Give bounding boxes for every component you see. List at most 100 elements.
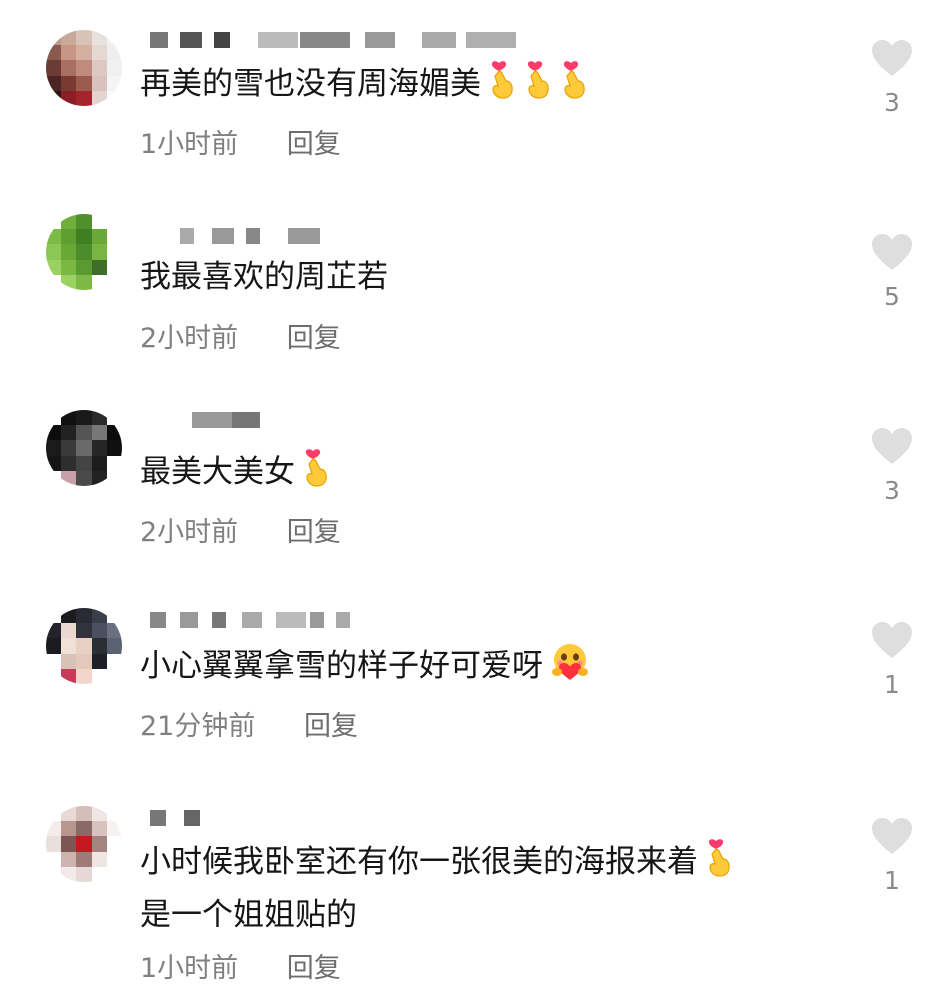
avatar-pixel [106,851,122,867]
comment-text: 小时候我卧室还有你一张很美的海报来着 是一个姐姐贴的 [140,838,820,939]
avatar-pixel [106,455,122,471]
comment-meta: 1小时前 回复 [140,946,341,985]
reply-button[interactable]: 回复 [287,510,341,549]
avatar-pixel [61,821,77,837]
avatar-pixel [106,60,122,76]
like-button[interactable]: 3 [867,38,917,117]
avatar-pixel [61,259,77,275]
avatar-pixel [76,244,92,260]
finger-heart-emoji-icon [523,60,553,114]
avatar-pixel [76,214,92,230]
avatar-pixel [91,668,107,684]
like-count: 3 [884,476,900,505]
like-count: 3 [884,88,900,117]
avatar[interactable] [46,608,122,684]
avatar-pixel [91,60,107,76]
avatar-pixel [91,440,107,456]
avatar-pixel [61,244,77,260]
avatar-pixel [76,821,92,837]
avatar-pixel [106,214,122,230]
avatar-pixel [106,410,122,426]
avatar-pixel [76,45,92,61]
avatar-pixel [91,425,107,441]
avatar-pixel [61,30,77,46]
like-button[interactable]: 3 [867,426,917,505]
reply-button[interactable]: 回复 [304,704,358,743]
avatar-pixel [76,30,92,46]
avatar-pixel [61,851,77,867]
avatar[interactable] [46,30,122,106]
avatar-pixel [61,440,77,456]
finger-heart-emoji-icon [487,60,517,114]
comment-text: 再美的雪也没有周海媚美 [140,60,820,114]
avatar-pixel [106,638,122,654]
comment-time: 1小时前 [140,953,239,984]
heart-icon [872,40,912,76]
emoji-group [698,839,734,880]
heart-icon [872,818,912,854]
avatar-pixel [76,638,92,654]
avatar-pixel [61,638,77,654]
avatar-pixel [46,638,62,654]
avatar-pixel [106,470,122,486]
avatar-pixel [61,45,77,61]
avatar-pixel [106,274,122,290]
avatar-pixel [61,60,77,76]
avatar-pixel [61,425,77,441]
avatar-pixel [76,90,92,106]
avatar-pixel [46,214,62,230]
avatar-pixel [106,608,122,624]
reply-button[interactable]: 回复 [287,316,341,355]
avatar-pixel [106,259,122,275]
like-button[interactable]: 1 [867,620,917,699]
finger-heart-emoji-icon [704,838,734,892]
avatar-pixel [76,60,92,76]
avatar-pixel [76,259,92,275]
avatar-pixel [46,244,62,260]
avatar-pixel [106,653,122,669]
avatar-pixel [61,836,77,852]
avatar-pixel [91,259,107,275]
avatar[interactable] [46,214,122,290]
comment-meta: 2小时前 回复 [140,316,341,355]
avatar-pixel [76,836,92,852]
reply-button[interactable]: 回复 [287,122,341,161]
avatar-pixel [76,623,92,639]
like-button[interactable]: 1 [867,816,917,895]
avatar-pixel [46,806,62,822]
avatar-pixel [76,75,92,91]
avatar-pixel [106,90,122,106]
avatar-pixel [76,229,92,245]
comment-time: 21分钟前 [140,711,256,742]
comment-text-content: 再美的雪也没有周海媚美 [140,66,481,102]
avatar-pixel [46,623,62,639]
avatar-pixel [91,470,107,486]
avatar-pixel [91,214,107,230]
reply-button[interactable]: 回复 [287,946,341,985]
avatar-pixel [61,75,77,91]
like-button[interactable]: 5 [867,232,917,311]
avatar-pixel [46,851,62,867]
avatar-pixel [106,75,122,91]
avatar-pixel [91,806,107,822]
avatar[interactable] [46,410,122,486]
avatar-pixel [106,440,122,456]
avatar-pixel [91,836,107,852]
avatar[interactable] [46,806,122,882]
avatar-pixel [91,866,107,882]
avatar-pixel [76,806,92,822]
heart-icon [872,622,912,658]
avatar-pixel [91,638,107,654]
avatar-pixel [106,229,122,245]
finger-heart-emoji-icon [559,60,589,114]
avatar-pixel [76,440,92,456]
avatar-pixel [61,668,77,684]
avatar-pixel [76,851,92,867]
comment-time: 2小时前 [140,517,239,548]
comment-meta: 21分钟前 回复 [140,704,358,743]
like-count: 1 [884,866,900,895]
avatar-pixel [46,455,62,471]
avatar-pixel [61,90,77,106]
avatar-pixel [46,821,62,837]
avatar-pixel [106,244,122,260]
